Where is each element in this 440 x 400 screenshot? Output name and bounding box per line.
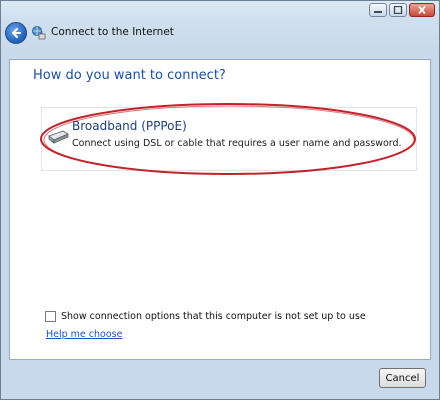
- help-me-choose-link[interactable]: Help me choose: [46, 329, 122, 340]
- caption-buttons: [369, 3, 435, 17]
- minimize-button[interactable]: [369, 3, 387, 17]
- close-icon: [418, 6, 426, 14]
- option-title: Broadband (PPPoE): [72, 119, 187, 133]
- show-options-label[interactable]: Show connection options that this comput…: [61, 311, 366, 322]
- close-button[interactable]: [409, 3, 435, 17]
- window-title: Connect to the Internet: [51, 26, 174, 38]
- broadband-icon: [48, 130, 69, 144]
- footer-bar: Cancel: [1, 360, 439, 399]
- title-bar: Connect to the Internet: [1, 1, 439, 59]
- maximize-button[interactable]: [389, 3, 407, 17]
- show-options-row[interactable]: Show connection options that this comput…: [45, 311, 366, 322]
- option-description: Connect using DSL or cable that requires…: [72, 138, 402, 149]
- network-wizard-icon: [32, 26, 46, 40]
- connect-wizard-window: Connect to the Internet How do you want …: [0, 0, 440, 400]
- show-options-checkbox[interactable]: [45, 311, 56, 322]
- page-heading: How do you want to connect?: [33, 68, 226, 83]
- broadband-pppoe-option[interactable]: Broadband (PPPoE) Connect using DSL or c…: [41, 107, 417, 171]
- back-arrow-icon: [12, 28, 21, 38]
- back-button[interactable]: [5, 22, 27, 44]
- cancel-button[interactable]: Cancel: [379, 368, 426, 388]
- maximize-icon: [393, 6, 403, 14]
- minimize-icon: [374, 11, 382, 13]
- content-pane: How do you want to connect? Broadband (P…: [9, 59, 431, 360]
